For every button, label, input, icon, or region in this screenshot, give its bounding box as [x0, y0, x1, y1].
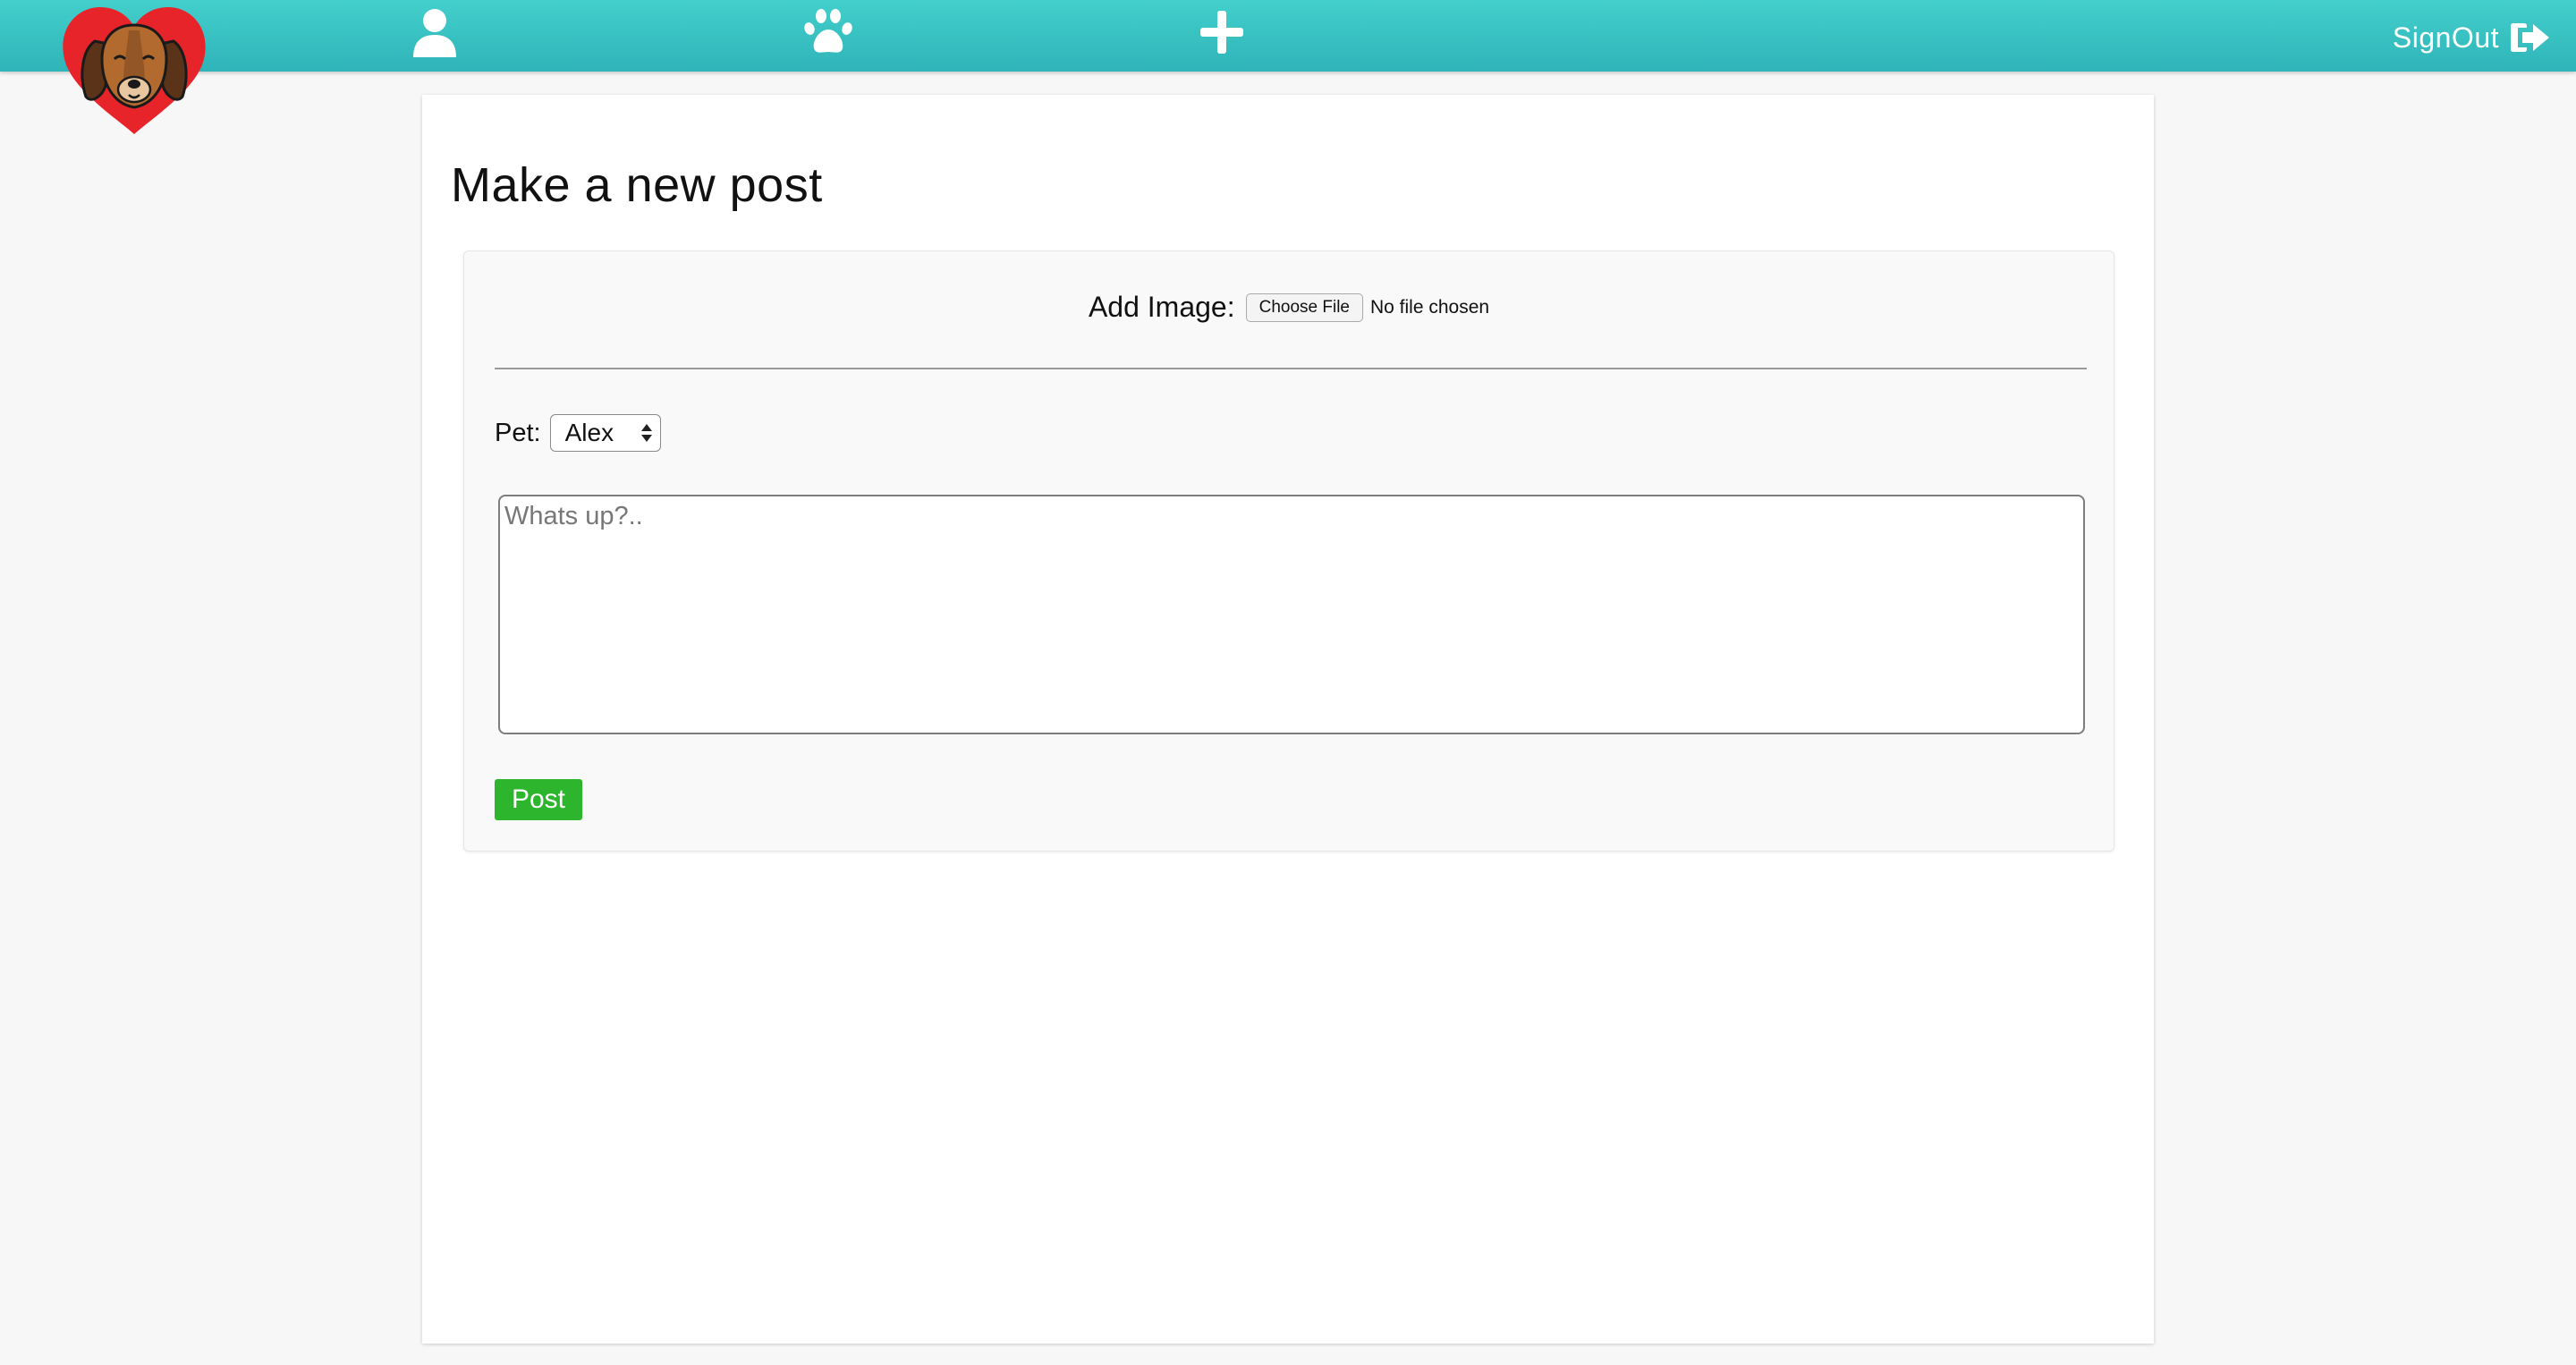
sign-out-icon — [2511, 23, 2549, 52]
add-image-row: Add Image: Choose File No file chosen — [464, 291, 2114, 324]
signout-label: SignOut — [2392, 21, 2499, 54]
add-image-label: Add Image: — [1088, 291, 1235, 323]
pet-select[interactable]: Alex — [549, 414, 661, 452]
file-status-text: No file chosen — [1369, 296, 1490, 318]
user-icon[interactable] — [408, 5, 462, 59]
choose-file-button[interactable]: Choose File — [1245, 292, 1363, 322]
dog-heart-logo[interactable] — [59, 4, 209, 138]
top-navbar: SignOut — [0, 0, 2576, 72]
new-post-form: Add Image: Choose File No file chosen Pe… — [463, 250, 2114, 852]
post-text-input[interactable] — [498, 495, 2085, 734]
paw-icon[interactable] — [801, 5, 855, 59]
select-arrows-icon — [640, 424, 652, 442]
pet-label: Pet: — [495, 418, 541, 447]
plus-icon[interactable] — [1195, 5, 1249, 59]
form-divider — [495, 368, 2087, 369]
pet-row: Pet: Alex — [495, 414, 661, 452]
page-title: Make a new post — [451, 158, 823, 212]
post-button[interactable]: Post — [495, 779, 582, 820]
pet-select-value: Alex — [564, 419, 614, 446]
new-post-card: Make a new post Add Image: Choose File N… — [422, 95, 2154, 1344]
signout-link[interactable]: SignOut — [2393, 16, 2551, 59]
